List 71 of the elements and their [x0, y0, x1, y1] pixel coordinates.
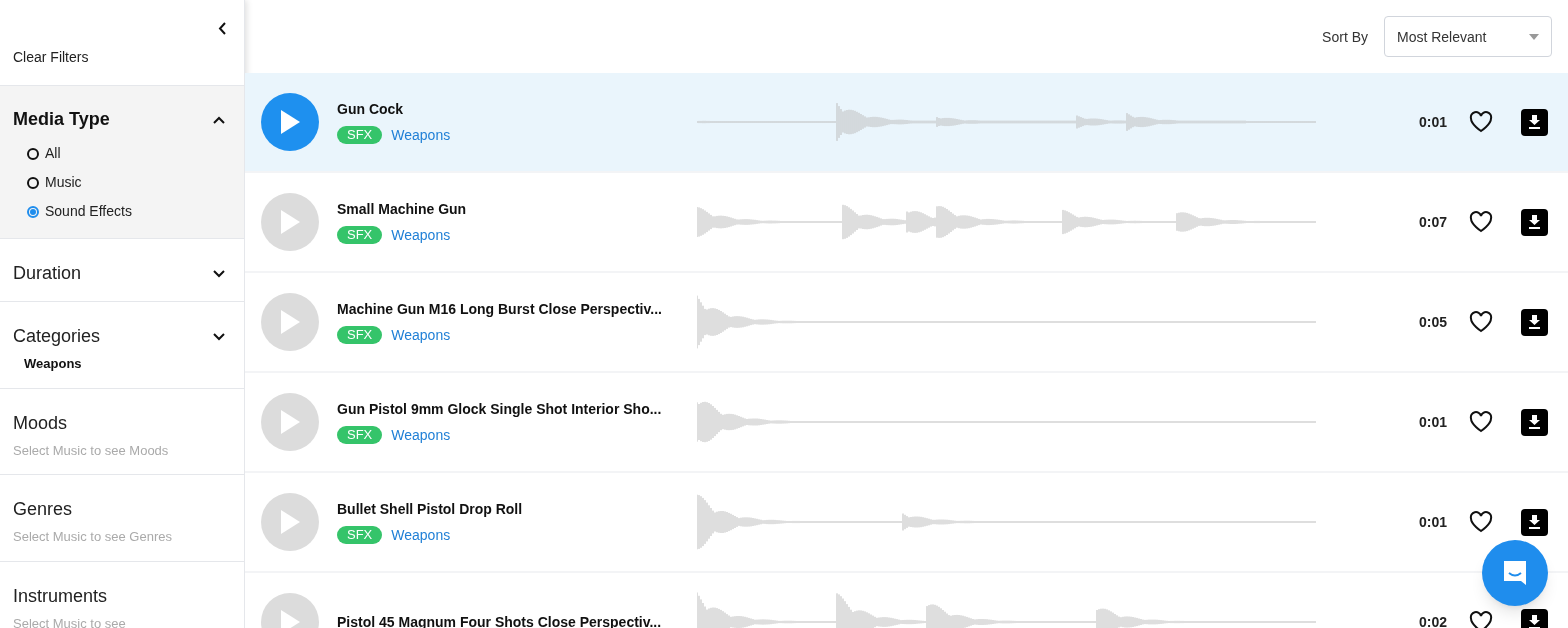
category-link[interactable]: Weapons: [391, 224, 451, 246]
download-button[interactable]: [1521, 608, 1548, 628]
category-link[interactable]: Weapons: [391, 424, 451, 446]
download-icon: [1527, 314, 1542, 330]
heart-icon[interactable]: [1469, 411, 1493, 433]
heart-icon[interactable]: [1469, 211, 1493, 233]
play-icon: [279, 309, 301, 335]
play-icon: [279, 509, 301, 535]
track-row[interactable]: Gun Cock SFX Weapons 0:01: [245, 73, 1568, 173]
track-duration: 0:01: [1418, 412, 1447, 432]
category-link[interactable]: Weapons: [391, 124, 451, 146]
download-button[interactable]: [1521, 508, 1548, 536]
play-icon: [279, 609, 301, 628]
track-duration: 0:01: [1418, 512, 1447, 532]
sfx-tag: SFX: [337, 426, 383, 444]
collapse-chevron-icon[interactable]: [218, 22, 226, 35]
dropdown-caret-icon: [1529, 33, 1539, 40]
sfx-tag: SFX: [337, 126, 383, 144]
track-title[interactable]: Gun Cock: [337, 98, 697, 120]
section-hint: Select Music to see: [13, 614, 127, 628]
section-title[interactable]: Moods: [13, 409, 68, 437]
sort-dropdown[interactable]: Most Relevant: [1384, 16, 1552, 57]
play-button[interactable]: [261, 93, 319, 151]
section-title[interactable]: Instruments: [13, 582, 108, 610]
track-title[interactable]: Gun Pistol 9mm Glock Single Shot Interior Sho...: [337, 398, 697, 420]
section-title[interactable]: Media Type: [13, 106, 110, 133]
download-icon: [1527, 414, 1542, 430]
section-hint: Select Music to see Moods: [13, 441, 170, 460]
play-icon: [279, 109, 301, 135]
download-button[interactable]: [1521, 208, 1548, 236]
track-title[interactable]: Small Machine Gun: [337, 198, 697, 220]
track-title[interactable]: Machine Gun M16 Long Burst Close Perspectiv...: [337, 298, 697, 320]
download-button[interactable]: [1521, 408, 1548, 436]
track-duration: 0:05: [1418, 312, 1447, 332]
selected-category: Weapons: [24, 355, 83, 373]
category-link[interactable]: Weapons: [391, 524, 451, 546]
radio-label[interactable]: Sound Effects: [45, 201, 132, 222]
track-duration: 0:07: [1418, 212, 1447, 232]
download-button[interactable]: [1521, 308, 1548, 336]
radio-label[interactable]: All: [45, 143, 61, 164]
clear-filters-link[interactable]: Clear Filters: [13, 47, 89, 67]
radio-button[interactable]: [27, 176, 39, 189]
chevron-up-icon[interactable]: [213, 115, 225, 124]
section-title[interactable]: Categories: [13, 323, 101, 350]
heart-icon[interactable]: [1469, 511, 1493, 533]
chevron-down-icon[interactable]: [213, 332, 225, 341]
section-title[interactable]: Genres: [13, 496, 73, 523]
play-icon: [279, 209, 301, 235]
category-link[interactable]: Weapons: [391, 324, 451, 346]
radio-button[interactable]: [27, 205, 39, 218]
track-duration: 0:01: [1418, 112, 1447, 132]
radio-label[interactable]: Music: [45, 172, 82, 193]
download-icon: [1527, 614, 1542, 628]
radio-button[interactable]: [27, 147, 39, 160]
sfx-tag: SFX: [337, 326, 383, 344]
sfx-tag: SFX: [337, 526, 383, 544]
download-button[interactable]: [1521, 108, 1548, 136]
heart-icon[interactable]: [1469, 311, 1493, 333]
play-icon: [279, 409, 301, 435]
sort-label: Sort By: [1322, 27, 1368, 47]
chevron-down-icon[interactable]: [213, 269, 225, 278]
heart-icon[interactable]: [1469, 611, 1493, 628]
track-title[interactable]: Bullet Shell Pistol Drop Roll: [337, 498, 697, 520]
section-title[interactable]: Duration: [13, 260, 82, 287]
download-icon: [1527, 214, 1542, 230]
download-icon: [1527, 114, 1542, 130]
download-icon: [1527, 514, 1542, 530]
heart-icon[interactable]: [1469, 111, 1493, 133]
sfx-tag: SFX: [337, 226, 383, 244]
track-duration: 0:02: [1418, 612, 1447, 628]
section-hint: Select Music to see Genres: [13, 528, 173, 546]
